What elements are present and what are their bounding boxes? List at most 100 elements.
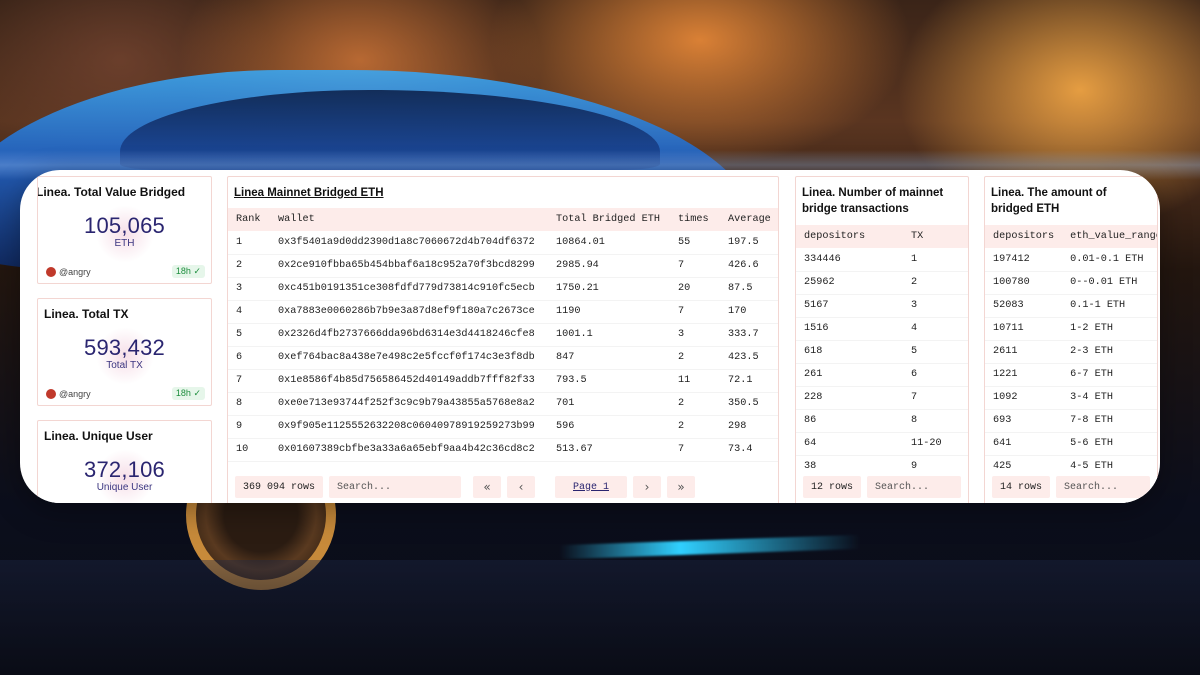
table-row[interactable]: 7 0x1e8586f4b85d756586452d40149addb7fff82… xyxy=(228,369,778,393)
page-indicator[interactable]: Page 1 xyxy=(555,476,628,498)
table-row[interactable]: 2 0x2ce910fbba65b454bbaf6a18c952a70f3bcd8… xyxy=(228,254,778,278)
counter-title: Linea. Total TX xyxy=(44,307,129,321)
mainnet-bridged-eth-panel: Linea Mainnet Bridged ETH Rank wallet To… xyxy=(227,176,779,503)
counter-total-tx: Linea. Total TX 593,432 Total TX @angry … xyxy=(37,298,212,406)
table-cell: 0x3f5401a9d0dd2390d1a8c7060672d4b704df63… xyxy=(270,231,548,255)
table-cell: 2985.94 xyxy=(548,254,670,278)
author[interactable]: @angry xyxy=(46,267,91,277)
table-cell: 55 xyxy=(670,231,720,255)
table-cell: 641 xyxy=(985,432,1063,456)
table-row[interactable]: 5 0x2326d4fb2737666dda96bd6314e3d4418246c… xyxy=(228,323,778,347)
table-row[interactable]: 228 7 xyxy=(796,386,968,410)
double-chevron-right-icon[interactable]: » xyxy=(667,476,696,498)
column-header[interactable]: depositors xyxy=(796,225,903,248)
table-row[interactable]: 2611 2-3 ETH xyxy=(985,340,1157,364)
table-cell: 7 xyxy=(670,254,720,278)
table-footer: 369 094 rows Search... « ‹ Page 1 › » xyxy=(228,469,778,503)
column-header[interactable]: Average xyxy=(720,208,778,231)
table-cell: 6 xyxy=(903,363,968,387)
table-row[interactable]: 1092 3-4 ETH xyxy=(985,386,1157,410)
table-row[interactable]: 641 5-6 ETH xyxy=(985,432,1157,456)
table-row[interactable]: 618 5 xyxy=(796,340,968,364)
table-cell: 3 xyxy=(670,323,720,347)
table-cell: 52083 xyxy=(985,294,1063,318)
table-cell: 87.5 xyxy=(720,277,778,301)
table-cell: 0x2326d4fb2737666dda96bd6314e3d4418246cf… xyxy=(270,323,548,347)
table-cell: 513.67 xyxy=(548,438,670,462)
freshness-badge: 18h ✓ xyxy=(171,387,205,400)
search-input[interactable]: Search... xyxy=(329,476,462,498)
table-row[interactable]: 1516 4 xyxy=(796,317,968,341)
table-cell: 1750.21 xyxy=(548,277,670,301)
table-row[interactable]: 25962 2 xyxy=(796,271,968,295)
table-row[interactable]: 64 11-20 xyxy=(796,432,968,456)
table-cell: 0xa7883e0060286b7b9e3a87d8ef9f180a7c2673… xyxy=(270,300,548,324)
table-footer: 14 rows Search... xyxy=(985,469,1157,503)
table-cell: 2 xyxy=(670,415,720,439)
table-row[interactable]: 5167 3 xyxy=(796,294,968,318)
chevron-left-icon[interactable]: ‹ xyxy=(507,476,536,498)
chevron-right-icon[interactable]: › xyxy=(633,476,662,498)
column-header[interactable]: eth_value_range xyxy=(1062,225,1157,248)
table-row[interactable]: 3 0xc451b0191351ce308fdfd779d73814c910fc5… xyxy=(228,277,778,301)
table-body: 1 0x3f5401a9d0dd2390d1a8c7060672d4b704df6… xyxy=(228,231,778,462)
counter-value: 372,106 xyxy=(84,457,165,482)
table-cell: 0--0.01 ETH xyxy=(1062,271,1157,295)
column-header[interactable]: TX xyxy=(903,225,968,248)
freshness-label: 18h xyxy=(175,266,191,276)
column-header[interactable]: times xyxy=(670,208,720,231)
table-row[interactable]: 86 8 xyxy=(796,409,968,433)
counter-title: Linea. Unique User xyxy=(44,429,153,443)
table-cell: 73.4 xyxy=(720,438,778,462)
double-chevron-left-icon[interactable]: « xyxy=(473,476,502,498)
table-cell: 4 xyxy=(228,300,270,324)
table-row[interactable]: 334446 1 xyxy=(796,248,968,272)
author-name: @angry xyxy=(59,267,91,277)
table-cell: 334446 xyxy=(796,248,903,272)
dashboard-card: Linea. Total Value Bridged 105,065 ETH @… xyxy=(20,170,1160,503)
table-row[interactable]: 261 6 xyxy=(796,363,968,387)
table-cell: 197.5 xyxy=(720,231,778,255)
table-cell: 5 xyxy=(903,340,968,364)
check-circle-icon: ✓ xyxy=(193,266,201,276)
road xyxy=(0,560,1200,675)
table-row[interactable]: 10711 1-2 ETH xyxy=(985,317,1157,341)
table-footer: 12 rows Search... xyxy=(796,469,968,503)
freshness-badge: 18h ✓ xyxy=(171,265,205,278)
table-cell: 1092 xyxy=(985,386,1063,410)
author-name: @angry xyxy=(59,389,91,399)
table-row[interactable]: 6 0xef764bac8a438e7e498c2e5fccf0f174c3e3f… xyxy=(228,346,778,370)
panel-title-link[interactable]: Linea Mainnet Bridged ETH xyxy=(234,185,772,201)
author[interactable]: @angry xyxy=(46,389,91,399)
avatar xyxy=(46,389,56,399)
table-header-row: Rank wallet Total Bridged ETH times Aver… xyxy=(228,208,778,231)
table-cell: 333.7 xyxy=(720,323,778,347)
table-cell: 7 xyxy=(228,369,270,393)
table-row[interactable]: 1 0x3f5401a9d0dd2390d1a8c7060672d4b704df6… xyxy=(228,231,778,255)
search-input[interactable]: Search... xyxy=(867,476,961,498)
table-cell: 0xc451b0191351ce308fdfd779d73814c910fc5e… xyxy=(270,277,548,301)
table-row[interactable]: 693 7-8 ETH xyxy=(985,409,1157,433)
table-cell: 426.6 xyxy=(720,254,778,278)
table-cell: 197412 xyxy=(985,248,1063,272)
table-cell: 298 xyxy=(720,415,778,439)
column-header[interactable]: Total Bridged ETH xyxy=(548,208,670,231)
table-cell: 1221 xyxy=(985,363,1063,387)
table-row[interactable]: 1221 6-7 ETH xyxy=(985,363,1157,387)
table-cell: 228 xyxy=(796,386,903,410)
counter-value: 105,065 xyxy=(84,213,165,238)
table-row[interactable]: 10 0x01607389cbfbe3a33a6a65ebf9aa4b42c36c… xyxy=(228,438,778,462)
table-cell: 86 xyxy=(796,409,903,433)
table-cell: 0x1e8586f4b85d756586452d40149addb7fff82f… xyxy=(270,369,548,393)
table-row[interactable]: 8 0xe0e713e93744f252f3c9c9b79a43855a5768e… xyxy=(228,392,778,416)
table-cell: 7 xyxy=(670,438,720,462)
table-row[interactable]: 4 0xa7883e0060286b7b9e3a87d8ef9f180a7c267… xyxy=(228,300,778,324)
column-header[interactable]: wallet xyxy=(270,208,548,231)
column-header[interactable]: Rank xyxy=(228,208,270,231)
search-input[interactable]: Search... xyxy=(1056,476,1150,498)
table-row[interactable]: 100780 0--0.01 ETH xyxy=(985,271,1157,295)
table-row[interactable]: 52083 0.1-1 ETH xyxy=(985,294,1157,318)
column-header[interactable]: depositors xyxy=(985,225,1063,248)
table-row[interactable]: 9 0x9f905e1125552632208c06040978919259273… xyxy=(228,415,778,439)
table-row[interactable]: 197412 0.01-0.1 ETH xyxy=(985,248,1157,272)
